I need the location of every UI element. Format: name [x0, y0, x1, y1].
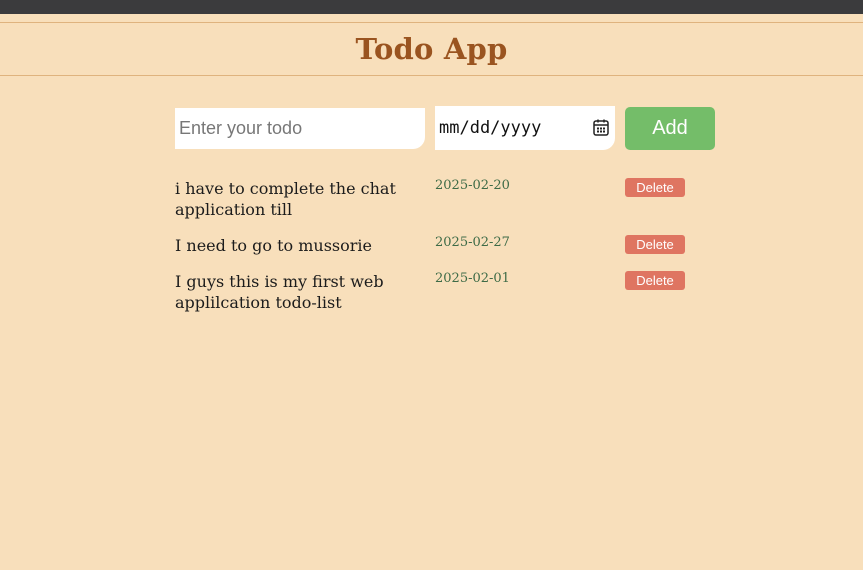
- add-button[interactable]: Add: [625, 107, 715, 150]
- todo-date: 2025-02-27: [435, 235, 510, 250]
- todo-item: i have to complete the chat application …: [175, 177, 720, 234]
- todo-input[interactable]: [175, 108, 425, 149]
- todo-date: 2025-02-20: [435, 178, 510, 193]
- todo-item: I guys this is my first web applilcation…: [175, 270, 720, 315]
- todo-form: mm/dd/yyyy Add: [175, 106, 720, 150]
- date-input[interactable]: mm/dd/yyyy: [435, 106, 615, 150]
- calendar-icon[interactable]: [593, 119, 609, 136]
- todo-date: 2025-02-01: [435, 271, 510, 286]
- browser-top-bar: [0, 0, 863, 14]
- delete-button[interactable]: Delete: [625, 178, 685, 197]
- todo-item: I need to go to mussorie 2025-02-27 Dele…: [175, 234, 720, 270]
- delete-button[interactable]: Delete: [625, 235, 685, 254]
- date-input-placeholder: mm/dd/yyyy: [439, 118, 542, 138]
- todo-text: i have to complete the chat application …: [175, 179, 396, 219]
- page-title: Todo App: [355, 32, 508, 66]
- app-header: Todo App: [0, 22, 863, 76]
- todo-list: i have to complete the chat application …: [175, 177, 720, 315]
- todo-text: I guys this is my first web applilcation…: [175, 272, 384, 312]
- todo-text: I need to go to mussorie: [175, 236, 372, 255]
- delete-button[interactable]: Delete: [625, 271, 685, 290]
